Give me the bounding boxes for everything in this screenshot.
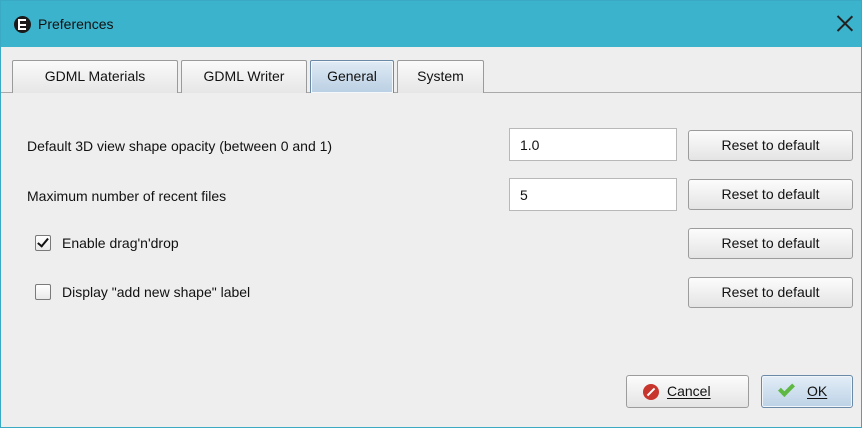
drag-drop-checkbox[interactable]: [35, 235, 51, 251]
cancel-icon: [643, 384, 659, 400]
reset-opacity-button[interactable]: Reset to default: [688, 130, 853, 161]
close-button[interactable]: [833, 11, 857, 37]
window-title: Preferences: [38, 16, 114, 32]
preferences-dialog: Preferences GDML Materials GDML Writer G…: [0, 0, 862, 428]
cancel-label: Cancel: [667, 383, 711, 399]
ok-label: OK: [807, 383, 828, 399]
drag-drop-label[interactable]: Enable drag'n'drop: [62, 235, 179, 251]
reset-recent-files-button[interactable]: Reset to default: [688, 179, 853, 210]
reset-shape-label-button[interactable]: Reset to default: [688, 277, 853, 308]
ok-button[interactable]: OK: [761, 375, 853, 408]
reset-drag-drop-button[interactable]: Reset to default: [688, 228, 853, 259]
shape-label-label[interactable]: Display "add new shape" label: [62, 284, 250, 300]
cancel-button[interactable]: Cancel: [626, 375, 749, 408]
tab-gdml-materials[interactable]: GDML Materials: [12, 60, 178, 93]
app-e-icon: [14, 16, 31, 33]
opacity-label: Default 3D view shape opacity (between 0…: [27, 138, 333, 154]
general-tab-panel: Default 3D view shape opacity (between 0…: [1, 94, 861, 427]
title-bar[interactable]: Preferences: [1, 1, 861, 47]
recent-files-label: Maximum number of recent files: [27, 188, 227, 204]
checkmark-icon: [778, 380, 795, 397]
checkmark-icon: [37, 235, 49, 248]
tab-gdml-writer[interactable]: GDML Writer: [181, 60, 307, 93]
opacity-field[interactable]: [509, 128, 677, 161]
tab-strip: GDML Materials GDML Writer General Syste…: [1, 47, 861, 93]
shape-label-checkbox[interactable]: [35, 284, 51, 300]
tab-general[interactable]: General: [310, 60, 394, 93]
recent-files-field[interactable]: [509, 178, 677, 211]
tab-system[interactable]: System: [397, 60, 484, 93]
